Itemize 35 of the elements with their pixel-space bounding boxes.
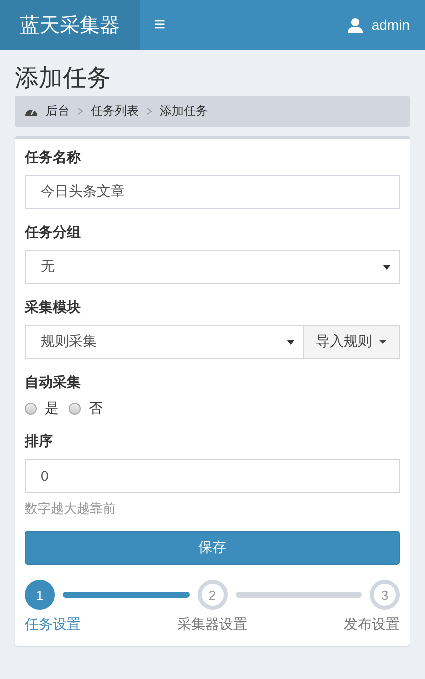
input-field[interactable]: 0 xyxy=(25,459,400,493)
breadcrumb-item: 添加任务 xyxy=(160,103,208,120)
menu-icon[interactable]: ≡ xyxy=(154,14,166,36)
field-label: 任务名称 xyxy=(25,149,82,167)
select-field[interactable]: 无 xyxy=(25,250,400,284)
chevron-icon xyxy=(78,108,83,115)
import-rules-button[interactable]: 导入规则 xyxy=(304,325,400,359)
breadcrumb-item[interactable]: 任务列表 xyxy=(91,103,139,120)
radio-label: 否 xyxy=(89,400,103,418)
caret-icon xyxy=(383,264,391,270)
caret-icon xyxy=(287,340,296,344)
brand-logo[interactable]: 蓝天采集器 xyxy=(0,0,140,50)
step-number: 1 xyxy=(25,580,55,610)
select-field[interactable]: 规则采集 xyxy=(25,325,304,359)
step-label: 任务设置 xyxy=(25,616,81,634)
step-number: 2 xyxy=(198,580,228,610)
chevron-icon xyxy=(147,108,152,115)
user-icon xyxy=(348,18,363,32)
field-label: 任务分组 xyxy=(25,224,82,242)
step-number: 3 xyxy=(370,580,400,610)
field-label: 排序 xyxy=(25,433,54,451)
save-button[interactable]: 保存 xyxy=(25,531,400,565)
user-name[interactable]: admin xyxy=(372,17,410,33)
radio-button[interactable] xyxy=(69,403,81,415)
input-field[interactable]: 今日头条文章 xyxy=(25,175,400,209)
page-title: 添加任务 xyxy=(15,64,112,94)
breadcrumb-item[interactable]: 后台 xyxy=(46,103,70,120)
radio-label: 是 xyxy=(45,400,59,418)
radio-button[interactable] xyxy=(25,403,37,415)
step-label: 发布设置 xyxy=(344,616,400,634)
help-text: 数字越大越靠前 xyxy=(25,500,117,518)
field-label: 自动采集 xyxy=(25,374,82,392)
caret-icon xyxy=(379,340,387,344)
step-label: 采集器设置 xyxy=(178,616,248,634)
field-label: 采集模块 xyxy=(25,299,82,317)
